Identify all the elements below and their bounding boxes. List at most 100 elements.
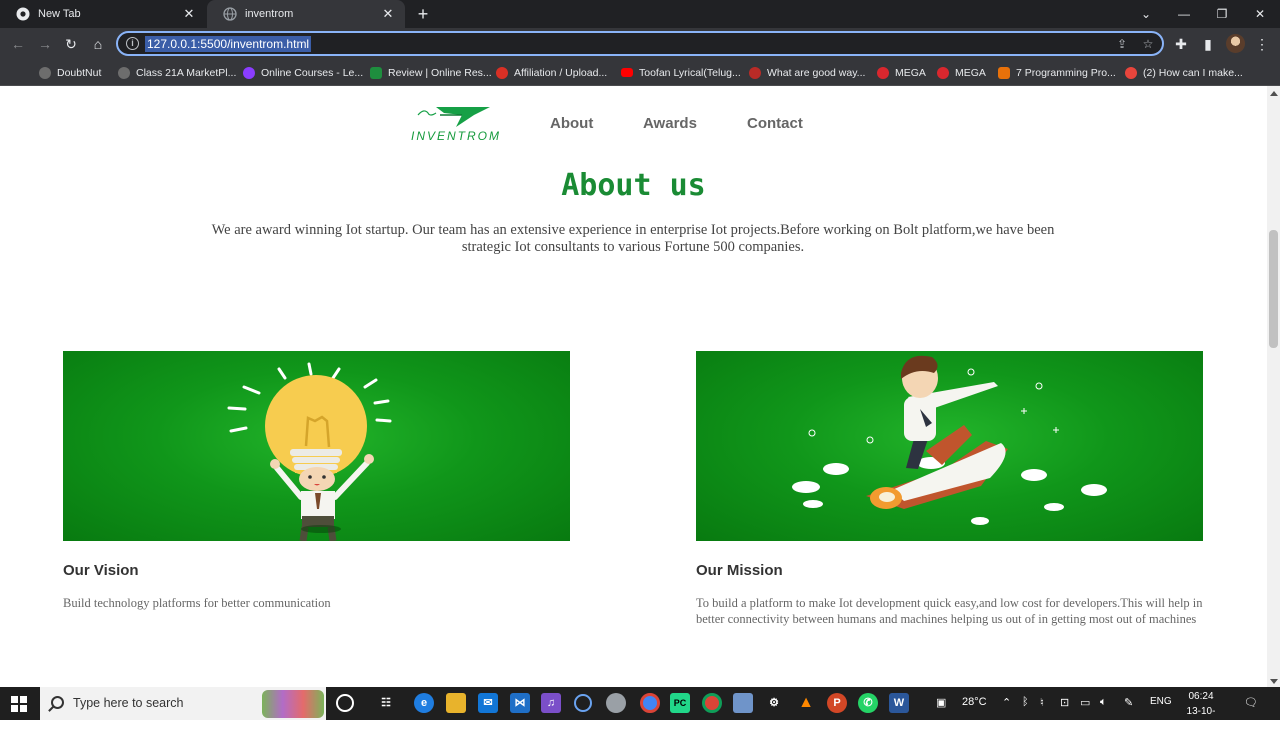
bookmark-item[interactable]: Class 21A MarketPl... xyxy=(118,64,236,81)
mission-text: To build a platform to make Iot developm… xyxy=(696,596,1203,626)
media-icon[interactable] xyxy=(574,694,592,712)
bookmark-favicon-icon xyxy=(937,66,949,79)
nav-contact-link[interactable]: Contact xyxy=(747,115,803,132)
word-icon[interactable]: W xyxy=(889,693,909,713)
chrome-taskbar-icon[interactable] xyxy=(640,693,660,713)
taskbar-search-box[interactable]: Type here to search xyxy=(40,687,326,720)
tab-title: New Tab xyxy=(38,8,81,20)
bookmark-label: (2) How can I make... xyxy=(1143,66,1243,79)
app-icon[interactable] xyxy=(606,693,626,713)
tab-new-tab[interactable]: New Tab ✕ xyxy=(0,0,206,28)
bookmark-item[interactable]: Affiliation / Upload... xyxy=(496,64,607,81)
new-tab-icon[interactable]: + xyxy=(414,5,432,23)
bookmark-favicon-icon xyxy=(118,66,130,79)
mission-title: Our Mission xyxy=(696,562,783,579)
mail-icon[interactable]: ✉ xyxy=(478,693,498,713)
cortana-icon[interactable] xyxy=(336,694,354,712)
profile-avatar[interactable] xyxy=(1226,34,1245,53)
scroll-down-icon[interactable] xyxy=(1270,679,1278,684)
bookmark-item[interactable]: DoubtNut xyxy=(39,64,101,81)
side-panel-icon[interactable]: ▮ xyxy=(1198,34,1218,54)
minimize-icon[interactable]: — xyxy=(1174,4,1194,24)
restore-icon[interactable]: ❐ xyxy=(1212,4,1232,24)
tab-search-chevron-icon[interactable]: ⌄ xyxy=(1136,4,1156,24)
bookmark-item[interactable]: MEGA xyxy=(877,64,926,81)
language-indicator[interactable]: ENG xyxy=(1150,696,1172,707)
bookmark-favicon-icon xyxy=(496,66,508,79)
bookmark-item[interactable]: (2) How can I make... xyxy=(1125,64,1243,81)
logo-plane-icon xyxy=(417,107,490,127)
browser-toolbar: ← → ↻ ⌂ i 127.0.0.1:5500/inventrom.html … xyxy=(0,28,1280,59)
tray-app-icon[interactable]: ♮ xyxy=(1040,696,1044,709)
whatsapp-icon[interactable]: ✆ xyxy=(858,693,878,713)
weather-temperature[interactable]: 28°C xyxy=(962,696,987,708)
address-bar[interactable]: i 127.0.0.1:5500/inventrom.html ⇪ ☆ xyxy=(116,31,1164,56)
bookmark-label: MEGA xyxy=(955,66,986,79)
about-paragraph: We are award winning Iot startup. Our te… xyxy=(211,222,1055,255)
vlc-icon[interactable]: ▲ xyxy=(796,693,816,713)
bookmark-item[interactable]: Online Courses - Le... xyxy=(243,64,363,81)
close-tab-icon[interactable]: ✕ xyxy=(182,7,196,21)
scroll-thumb[interactable] xyxy=(1269,230,1278,348)
site-info-icon[interactable]: i xyxy=(126,37,139,50)
reload-icon[interactable]: ↻ xyxy=(61,34,81,54)
scroll-up-icon[interactable] xyxy=(1270,91,1278,96)
weather-icon[interactable]: ▣ xyxy=(936,696,946,709)
bookmark-label: Class 21A MarketPl... xyxy=(136,66,237,79)
extensions-icon[interactable]: ✚ xyxy=(1171,34,1191,54)
battery-icon[interactable]: ▭ xyxy=(1080,696,1090,709)
bookmark-item[interactable]: Review | Online Res... xyxy=(370,64,492,81)
back-icon[interactable]: ← xyxy=(8,34,28,54)
bookmark-favicon-icon xyxy=(370,66,382,79)
notes-icon[interactable]: ♫ xyxy=(541,693,561,713)
search-icon xyxy=(51,696,64,709)
pen-icon[interactable]: ✎ xyxy=(1124,696,1133,709)
bookmarks-bar: DoubtNut Class 21A MarketPl... Online Co… xyxy=(0,59,1280,86)
bookmark-star-icon[interactable]: ☆ xyxy=(1140,36,1156,52)
bookmark-label: Review | Online Res... xyxy=(388,66,492,79)
bookmark-favicon-icon xyxy=(877,66,889,79)
bookmark-item[interactable]: What are good way... xyxy=(749,64,865,81)
vscode-icon[interactable]: ⋈ xyxy=(510,693,530,713)
volume-icon[interactable]: 🔈︎ xyxy=(1100,696,1107,709)
bookmark-favicon-icon xyxy=(1125,66,1137,79)
powerpoint-icon[interactable]: P xyxy=(827,693,847,713)
share-icon[interactable]: ⇪ xyxy=(1114,36,1130,52)
bookmark-favicon-icon xyxy=(749,66,761,79)
chrome-profile-icon[interactable] xyxy=(702,693,722,713)
bookmark-item[interactable]: MEGA xyxy=(937,64,986,81)
bookmark-label: What are good way... xyxy=(767,66,866,79)
forward-icon[interactable]: → xyxy=(35,34,55,54)
bookmark-item[interactable]: Toofan Lyrical(Telug... xyxy=(621,64,741,81)
bluetooth-icon[interactable]: ᛒ xyxy=(1022,696,1029,708)
globe-icon xyxy=(223,7,237,21)
taskbar-clock[interactable]: 06:24 13-10-2022 xyxy=(1176,689,1226,734)
about-heading: About us xyxy=(561,168,706,203)
bookmark-label: Affiliation / Upload... xyxy=(514,66,608,79)
windows-start-icon[interactable] xyxy=(11,696,27,712)
mission-illustration xyxy=(696,351,1203,541)
bookmark-label: 7 Programming Pro... xyxy=(1016,66,1116,79)
nav-awards-link[interactable]: Awards xyxy=(643,115,697,132)
close-tab-icon[interactable]: ✕ xyxy=(381,7,395,21)
url-text[interactable]: 127.0.0.1:5500/inventrom.html xyxy=(145,36,312,52)
menu-icon[interactable]: ⋮ xyxy=(1252,34,1272,54)
pycharm-icon[interactable]: PC xyxy=(670,693,690,713)
settings-gear-icon[interactable]: ⚙ xyxy=(764,693,784,713)
nav-about-link[interactable]: About xyxy=(550,115,593,132)
task-view-icon[interactable]: ☷ xyxy=(376,693,396,713)
file-explorer-icon[interactable] xyxy=(446,693,466,713)
vision-text: Build technology platforms for better co… xyxy=(63,596,331,610)
close-window-icon[interactable]: ✕ xyxy=(1250,4,1270,24)
notifications-icon[interactable]: 🗨︎ xyxy=(1244,696,1258,709)
app-window-icon[interactable] xyxy=(733,693,753,713)
edge-icon[interactable]: e xyxy=(414,693,434,713)
page-scrollbar[interactable] xyxy=(1267,86,1280,687)
home-icon[interactable]: ⌂ xyxy=(88,34,108,54)
inventrom-logo[interactable]: INVENTROM xyxy=(400,103,512,145)
tab-inventrom[interactable]: inventrom ✕ xyxy=(207,0,405,28)
tray-status-icon[interactable]: ⊡ xyxy=(1060,696,1069,709)
bookmark-item[interactable]: 7 Programming Pro... xyxy=(998,64,1116,81)
tray-chevron-icon[interactable]: ⌃ xyxy=(1002,696,1011,709)
bookmark-favicon-icon xyxy=(39,66,51,79)
